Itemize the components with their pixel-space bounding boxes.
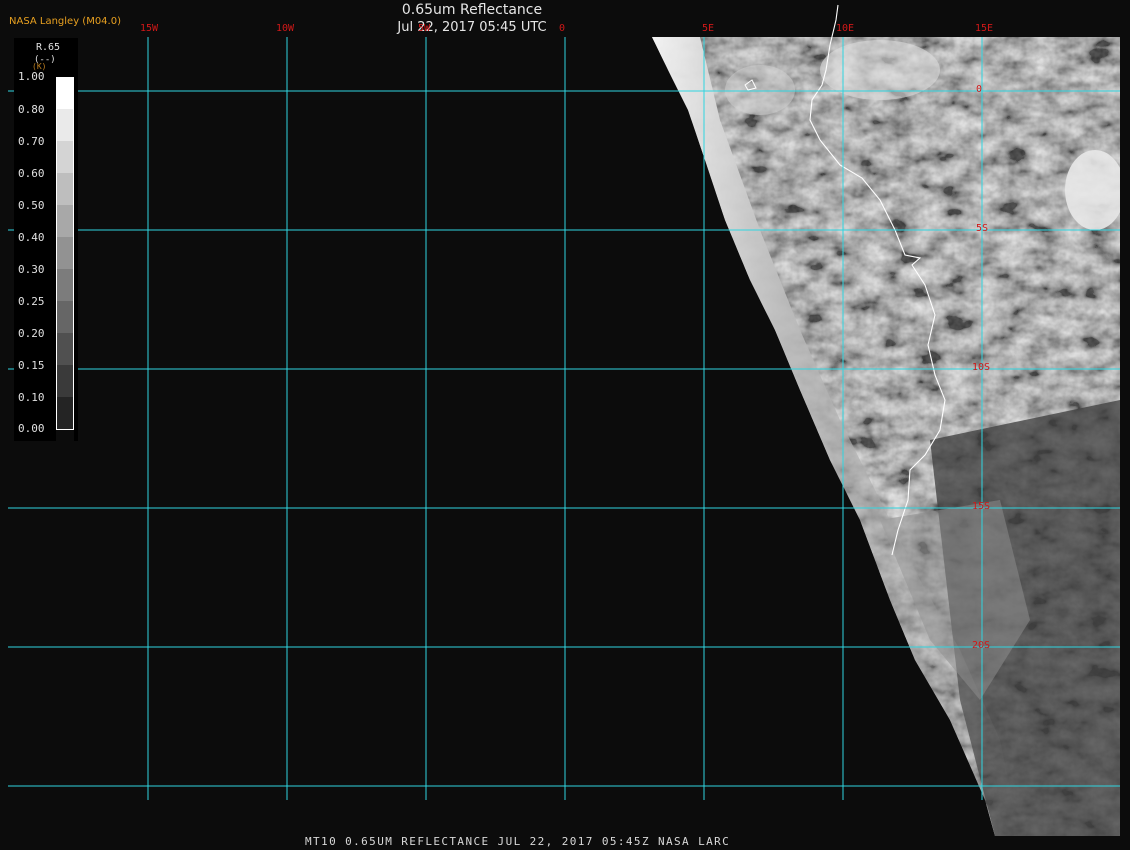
lon-label-10w: 10W (276, 23, 295, 34)
satellite-map (0, 0, 1130, 850)
legend-tick: 0.10 (18, 391, 45, 404)
lon-label-0: 0 (559, 23, 566, 34)
legend-tick: 1.00 (18, 70, 45, 83)
legend-parameter: R.65 (36, 42, 61, 53)
lon-label-5w: 5W (418, 23, 431, 34)
legend-tick: 0.00 (18, 422, 45, 435)
footer-caption: MT10 0.65UM REFLECTANCE JUL 22, 2017 05:… (305, 835, 731, 848)
lat-label-20s: 20S (972, 640, 991, 651)
lon-label-5e: 5E (702, 23, 715, 34)
legend-tick: 0.25 (18, 295, 45, 308)
lon-label-15e: 15E (975, 23, 994, 34)
lat-label-0: 0 (976, 84, 983, 95)
legend-tick: 0.30 (18, 263, 45, 276)
lat-label-10s: 10S (972, 362, 991, 373)
legend-tick: 0.50 (18, 199, 45, 212)
legend-tick: 0.70 (18, 135, 45, 148)
legend-tick: 0.20 (18, 327, 45, 340)
legend-colorbar-frame (56, 77, 74, 430)
lat-label-5s: 5S (976, 223, 989, 234)
lon-label-10e: 10E (836, 23, 855, 34)
legend-tick: 0.40 (18, 231, 45, 244)
lat-label-15s: 15S (972, 501, 991, 512)
map-title: 0.65um Reflectance (401, 2, 543, 18)
legend-tick: 0.15 (18, 359, 45, 372)
legend-tick: 0.80 (18, 103, 45, 116)
legend-segment (56, 429, 74, 453)
legend-tick: 0.60 (18, 167, 45, 180)
lon-label-15w: 15W (140, 23, 159, 34)
